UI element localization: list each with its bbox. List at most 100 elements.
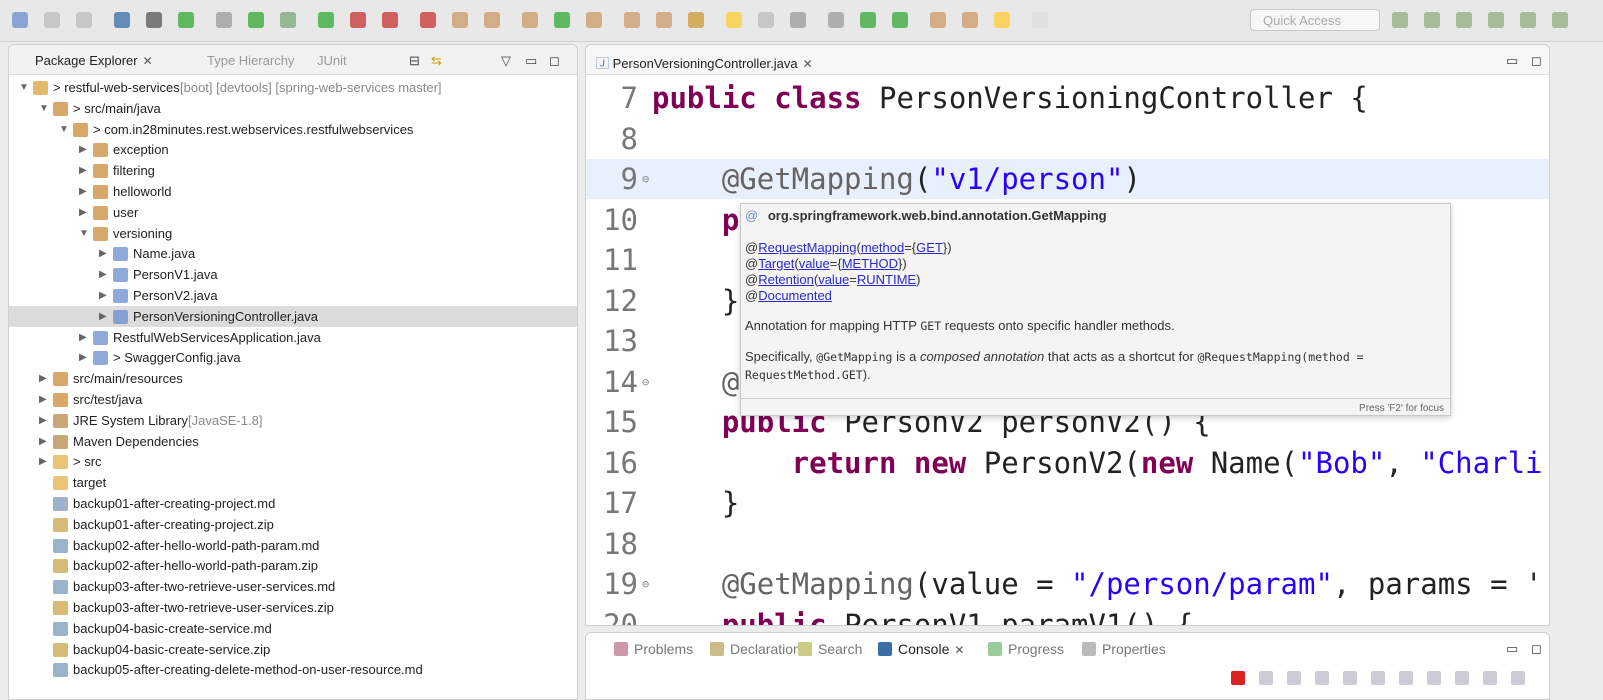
green-run-icon[interactable] [828, 12, 844, 28]
tree-item[interactable]: backup01-after-creating-project.md [9, 493, 577, 514]
remove-all-icon[interactable] [1287, 671, 1301, 685]
close-icon[interactable]: ✕ [143, 54, 153, 68]
new-java-project-icon[interactable] [452, 12, 468, 28]
open-folder-icon[interactable] [656, 12, 672, 28]
javadoc-link[interactable]: RequestMapping [758, 240, 856, 255]
debug-perspective-icon[interactable] [1488, 12, 1504, 28]
javadoc-link[interactable]: Documented [758, 288, 832, 303]
collapsed-arrow-icon[interactable]: ▶ [39, 410, 49, 431]
new-package-icon[interactable] [484, 12, 500, 28]
last-edit-icon[interactable] [962, 12, 978, 28]
collapsed-arrow-icon[interactable]: ▶ [99, 285, 109, 306]
tab-declaration[interactable]: Declaration [710, 641, 801, 657]
maximize-icon[interactable]: ◻ [549, 53, 560, 69]
maximize-icon[interactable]: ◻ [1531, 53, 1542, 69]
pin-console-icon[interactable] [1455, 671, 1469, 685]
tree-item[interactable]: backup02-after-hello-world-path-param.md [9, 535, 577, 556]
tree-item[interactable]: ▶ PersonV1.java [9, 264, 577, 285]
tree-item[interactable]: ▼ > restful-web-services [boot] [devtools… [9, 77, 577, 98]
expanded-arrow-icon[interactable]: ▼ [59, 119, 69, 140]
tab-problems[interactable]: Problems [614, 641, 693, 657]
tree-item[interactable]: backup04-basic-create-service.md [9, 618, 577, 639]
tab-progress[interactable]: Progress [988, 641, 1064, 657]
javadoc-link[interactable]: GET [916, 240, 943, 255]
expanded-arrow-icon[interactable]: ▼ [19, 77, 29, 98]
show-whitespace-icon[interactable] [790, 12, 806, 28]
tree-item[interactable]: backup05-after-creating-delete-method-on… [9, 659, 577, 680]
tree-item[interactable]: backup01-after-creating-project.zip [9, 514, 577, 535]
close-icon[interactable]: ✕ [954, 643, 964, 657]
green-square-icon[interactable] [860, 12, 876, 28]
terminal-icon[interactable] [114, 12, 130, 28]
fold-toggle-icon[interactable]: ⊖ [642, 564, 649, 604]
tree-item[interactable]: backup02-after-hello-world-path-param.zi… [9, 555, 577, 576]
new-class-icon[interactable] [522, 12, 538, 28]
tab-package-explorer[interactable]: Package Explorer ✕ [35, 53, 153, 68]
javadoc-link[interactable]: Retention [758, 272, 814, 287]
show-stdout-icon[interactable] [1399, 671, 1413, 685]
collapsed-arrow-icon[interactable]: ▶ [79, 139, 89, 160]
run-icon[interactable] [318, 12, 334, 28]
collapse-all-icon[interactable]: ⊟ [409, 53, 420, 69]
fold-toggle-icon[interactable]: ⊖ [642, 362, 649, 402]
tree-item[interactable]: ▼ > src/main/java [9, 98, 577, 119]
tree-item[interactable]: ▶ > SwaggerConfig.java [9, 347, 577, 368]
save-all-icon[interactable] [76, 12, 92, 28]
collapsed-arrow-icon[interactable]: ▶ [79, 181, 89, 202]
run-config-icon[interactable] [350, 12, 366, 28]
tree-item[interactable]: target [9, 472, 577, 493]
minimize-icon[interactable]: ▭ [1506, 53, 1518, 69]
javadoc-link[interactable]: value [818, 272, 849, 287]
collapsed-arrow-icon[interactable]: ▶ [99, 243, 109, 264]
fold-toggle-icon[interactable]: ⊖ [642, 159, 649, 199]
word-wrap-icon[interactable] [1371, 671, 1385, 685]
javadoc-link[interactable]: value [799, 256, 830, 271]
tree-item[interactable]: ▼ > com.in28minutes.rest.webservices.rest… [9, 119, 577, 140]
tree-item[interactable]: backup03-after-two-retrieve-user-service… [9, 597, 577, 618]
skip-breakpoints-icon[interactable] [146, 12, 162, 28]
collapsed-arrow-icon[interactable]: ▶ [79, 327, 89, 348]
java-perspective-icon[interactable] [1520, 12, 1536, 28]
javadoc-link[interactable]: METHOD [842, 256, 898, 271]
remove-launch-icon[interactable] [1259, 671, 1273, 685]
tree-item[interactable]: ▶ src/test/java [9, 389, 577, 410]
quick-access-input[interactable]: Quick Access [1250, 9, 1380, 31]
toggle-block-icon[interactable] [758, 12, 774, 28]
view-menu-icon[interactable]: ▽ [501, 53, 511, 69]
tab-console[interactable]: Console ✕ [878, 641, 964, 657]
tab-type-hierarchy[interactable]: Type Hierarchy [207, 53, 294, 68]
new-icon[interactable] [12, 12, 28, 28]
open-type-icon[interactable] [554, 12, 570, 28]
collapsed-arrow-icon[interactable]: ▶ [79, 347, 89, 368]
tree-item[interactable]: ▶ JRE System Library [JavaSE-1.8] [9, 410, 577, 431]
tree-item[interactable]: ▶ Name.java [9, 243, 577, 264]
javadoc-link[interactable]: RUNTIME [857, 272, 916, 287]
java-ee-icon[interactable] [1424, 12, 1440, 28]
minimize-icon[interactable]: ▭ [1506, 641, 1518, 657]
terminate-icon[interactable] [1231, 671, 1245, 685]
expanded-arrow-icon[interactable]: ▼ [39, 98, 49, 119]
tree-item[interactable]: ▶ exception [9, 139, 577, 160]
close-icon[interactable]: ✕ [803, 57, 813, 71]
tab-search[interactable]: Search [798, 641, 862, 657]
scroll-lock-icon[interactable] [1343, 671, 1357, 685]
collapsed-arrow-icon[interactable]: ▶ [39, 389, 49, 410]
tree-item[interactable]: backup04-basic-create-service.zip [9, 639, 577, 660]
search-icon[interactable] [624, 12, 640, 28]
spring-icon[interactable] [248, 12, 264, 28]
minimize-icon[interactable]: ▭ [525, 53, 537, 69]
maximize-icon[interactable]: ◻ [1531, 641, 1542, 657]
collapsed-arrow-icon[interactable]: ▶ [79, 202, 89, 223]
display-console-icon[interactable] [1483, 671, 1497, 685]
back-icon[interactable] [994, 12, 1010, 28]
editor-tab[interactable]: 🄹 PersonVersioningController.java ✕ [596, 53, 813, 72]
expanded-arrow-icon[interactable]: ▼ [79, 223, 89, 244]
collapsed-arrow-icon[interactable]: ▶ [39, 451, 49, 472]
collapsed-arrow-icon[interactable]: ▶ [99, 306, 109, 327]
open-task-icon[interactable] [586, 12, 602, 28]
toggle-mark-icon[interactable] [216, 12, 232, 28]
forward-icon[interactable] [1032, 12, 1048, 28]
open-perspective-icon[interactable] [1392, 12, 1408, 28]
highlight-icon[interactable] [726, 12, 742, 28]
collapsed-arrow-icon[interactable]: ▶ [39, 368, 49, 389]
